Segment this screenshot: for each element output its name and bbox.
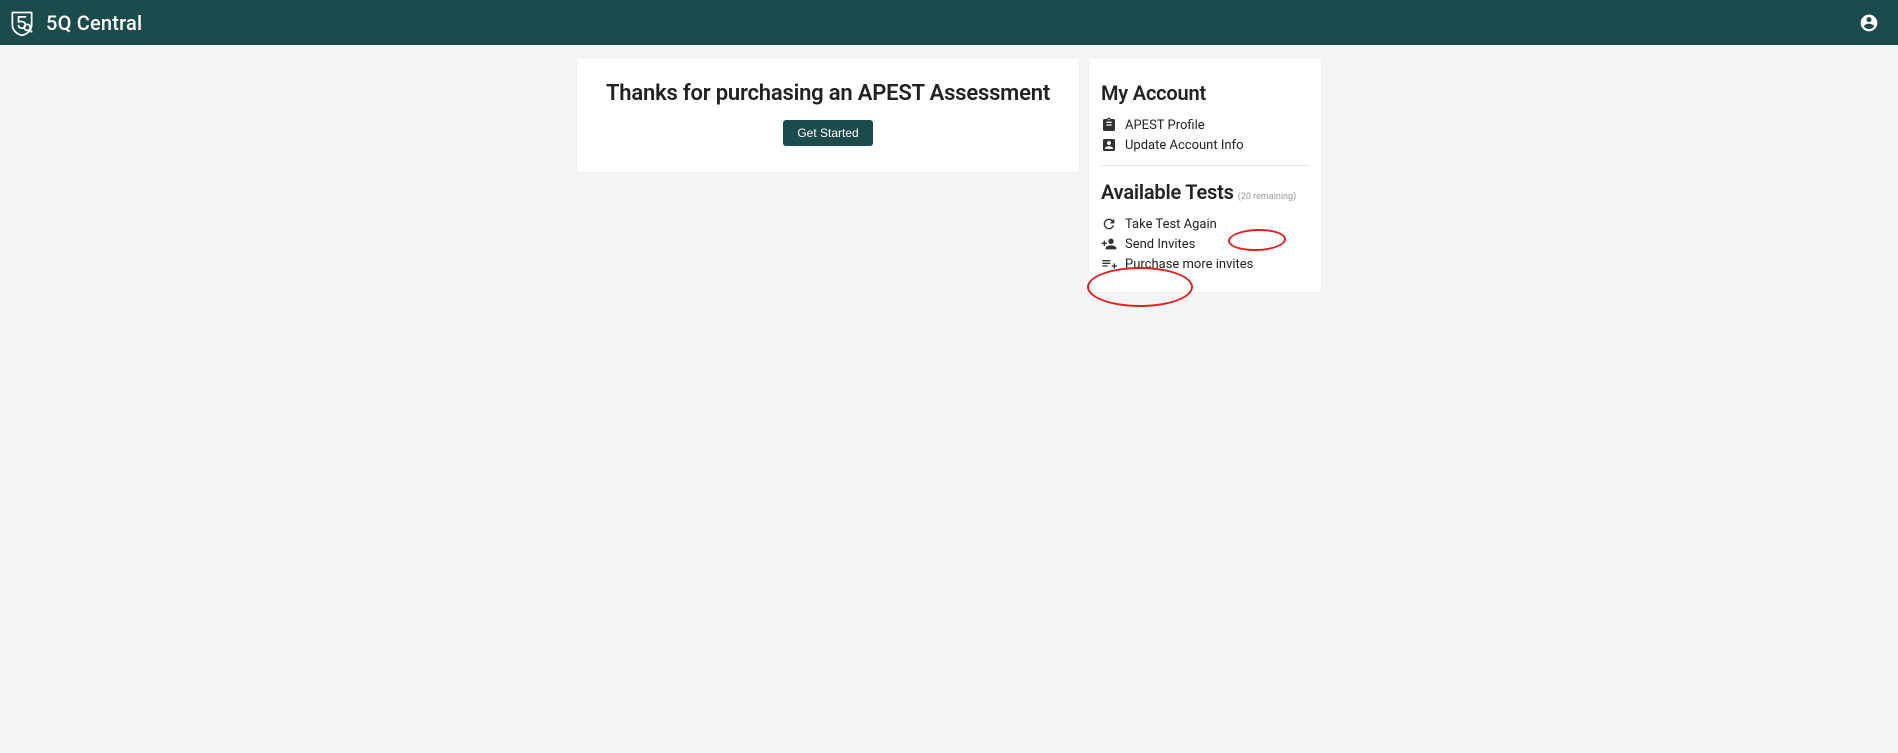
get-started-button[interactable]: Get Started	[783, 120, 872, 146]
topbar: 5Q Central	[0, 0, 1898, 45]
brand[interactable]: 5Q Central	[8, 9, 142, 37]
menu-item-label: APEST Profile	[1125, 118, 1205, 133]
brand-logo-icon	[8, 9, 36, 37]
tests-menu: Take Test Again Send Invites Purchase mo…	[1101, 214, 1309, 274]
menu-item-label: Send Invites	[1125, 237, 1195, 252]
my-account-heading: My Account	[1101, 81, 1309, 105]
sidebar-card: My Account APEST Profile Update Account …	[1089, 59, 1321, 292]
tests-remaining-count: (20 remaining)	[1238, 192, 1296, 202]
divider	[1101, 165, 1309, 166]
brand-title: 5Q Central	[46, 11, 142, 35]
playlist-add-icon	[1101, 256, 1117, 272]
menu-item-purchase-invites[interactable]: Purchase more invites	[1101, 254, 1309, 274]
available-tests-heading: Available Tests	[1101, 180, 1234, 204]
person-add-icon	[1101, 236, 1117, 252]
account-circle-icon	[1859, 13, 1879, 33]
page-title: Thanks for purchasing an APEST Assessmen…	[597, 81, 1059, 106]
menu-item-update-account[interactable]: Update Account Info	[1101, 135, 1309, 155]
menu-item-take-test-again[interactable]: Take Test Again	[1101, 214, 1309, 234]
account-menu: APEST Profile Update Account Info	[1101, 115, 1309, 155]
menu-item-send-invites[interactable]: Send Invites	[1101, 234, 1309, 254]
menu-item-label: Update Account Info	[1125, 138, 1243, 153]
person-box-icon	[1101, 137, 1117, 153]
available-tests-row: Available Tests (20 remaining)	[1101, 180, 1309, 204]
main-card: Thanks for purchasing an APEST Assessmen…	[577, 59, 1079, 172]
menu-item-apest-profile[interactable]: APEST Profile	[1101, 115, 1309, 135]
menu-item-label: Purchase more invites	[1125, 257, 1253, 272]
menu-item-label: Take Test Again	[1125, 217, 1217, 232]
refresh-icon	[1101, 216, 1117, 232]
account-menu-button[interactable]	[1858, 12, 1880, 34]
clipboard-icon	[1101, 117, 1117, 133]
